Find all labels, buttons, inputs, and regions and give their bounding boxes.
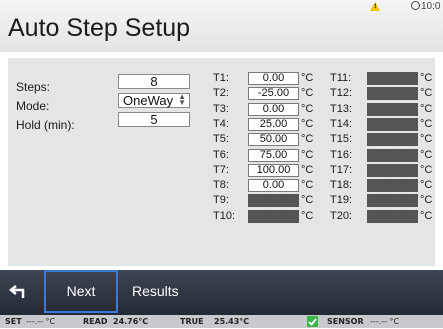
temp-unit: °C <box>420 72 433 84</box>
warning-icon[interactable]: ! <box>370 2 380 11</box>
temp-unit: °C <box>420 149 433 161</box>
clock-icon <box>411 1 420 10</box>
results-button[interactable]: Results <box>132 270 192 313</box>
read-label: READ <box>83 317 108 326</box>
bottom-bar: Next Results <box>0 270 443 315</box>
clock: 10:0 <box>411 1 440 12</box>
temp-field: 155.00 <box>367 149 418 162</box>
temp-label: T16: <box>330 149 353 161</box>
temp-field: 155.00 <box>367 194 418 207</box>
temp-field: 155.00 <box>367 118 418 131</box>
temp-field[interactable]: 25.00 <box>248 118 299 131</box>
temp-label: T10: <box>213 210 236 222</box>
temp-field: 155.00 <box>367 164 418 177</box>
true-value: 25.43°C <box>214 317 250 326</box>
mode-label: Mode: <box>16 99 50 113</box>
temp-unit: °C <box>420 210 433 222</box>
temp-label: T6: <box>213 149 229 161</box>
temp-field[interactable]: 75.00 <box>248 149 299 162</box>
temp-label: T13: <box>330 103 353 115</box>
steps-field[interactable]: 8 <box>118 74 190 89</box>
temp-field: 155.00 <box>367 210 418 223</box>
temp-field[interactable]: -25.00 <box>248 87 299 100</box>
next-button[interactable]: Next <box>44 270 118 313</box>
temp-label: T17: <box>330 164 353 176</box>
mode-value: OneWay <box>123 93 174 108</box>
temp-label: T15: <box>330 133 353 145</box>
temp-field: 155.00 <box>248 194 299 207</box>
clock-text: 10:0 <box>421 1 441 12</box>
steps-label: Steps: <box>16 80 51 94</box>
back-arrow-icon <box>8 285 25 298</box>
temp-unit: °C <box>301 210 314 222</box>
temp-unit: °C <box>420 87 433 99</box>
temp-unit: °C <box>420 164 433 176</box>
temp-field: 155.00 <box>367 87 418 100</box>
temp-unit: °C <box>420 133 433 145</box>
temp-unit: °C <box>420 194 433 206</box>
set-label: SET <box>5 317 22 326</box>
mode-select[interactable]: OneWay ▲ ▼ <box>118 93 190 108</box>
temp-unit: °C <box>301 194 314 206</box>
temp-label: T2: <box>213 87 229 99</box>
hold-field[interactable]: 5 <box>118 112 190 127</box>
temp-unit: °C <box>420 118 433 130</box>
temp-label: T7: <box>213 164 229 176</box>
temp-unit: °C <box>301 133 314 145</box>
page-title: Auto Step Setup <box>8 14 191 42</box>
temp-label: T3: <box>213 103 229 115</box>
temp-unit: °C <box>301 149 314 161</box>
settings-panel: Steps: 8 Mode: OneWay ▲ ▼ Hold (min): 5 T… <box>8 58 435 266</box>
temp-label: T11: <box>330 72 352 84</box>
temp-label: T9: <box>213 194 229 206</box>
hold-label: Hold (min): <box>16 118 75 132</box>
temp-label: T4: <box>213 118 229 130</box>
temp-field[interactable]: 100.00 <box>248 164 299 177</box>
header: Auto Step Setup ! 10:0 <box>0 0 443 52</box>
temp-field: 155.00 <box>248 210 299 223</box>
temp-unit: °C <box>301 179 314 191</box>
temp-label: T12: <box>330 87 353 99</box>
check-icon <box>307 316 318 327</box>
temp-field: 155.00 <box>367 72 418 85</box>
temp-unit: °C <box>301 87 314 99</box>
temp-unit: °C <box>420 103 433 115</box>
sensor-label: SENSOR <box>327 317 364 326</box>
temp-label: T8: <box>213 179 229 191</box>
temp-field[interactable]: 0.00 <box>248 103 299 116</box>
back-button[interactable] <box>6 280 30 304</box>
temp-unit: °C <box>301 103 314 115</box>
temp-unit: °C <box>301 164 314 176</box>
temp-label: T18: <box>330 179 353 191</box>
temp-label: T1: <box>213 72 229 84</box>
temp-field[interactable]: 0.00 <box>248 179 299 192</box>
temp-field[interactable]: 0.00 <box>248 72 299 85</box>
temp-field: 155.00 <box>367 103 418 116</box>
temp-label: T19: <box>330 194 353 206</box>
temp-label: T14: <box>330 118 353 130</box>
temp-unit: °C <box>420 179 433 191</box>
temp-label: T20: <box>330 210 353 222</box>
set-value: ---.-- °C <box>26 317 56 326</box>
temp-field: 155.00 <box>367 133 418 146</box>
temp-field[interactable]: 50.00 <box>248 133 299 146</box>
read-value: 24.76°C <box>113 317 149 326</box>
temp-field: 155.00 <box>367 179 418 192</box>
true-label: TRUE <box>180 317 204 326</box>
temp-label: T5: <box>213 133 229 145</box>
status-bar: SET ---.-- °C READ 24.76°C TRUE 25.43°C … <box>0 315 443 328</box>
temp-unit: °C <box>301 72 314 84</box>
temp-unit: °C <box>301 118 314 130</box>
sensor-value: ---.-- °C <box>370 317 400 326</box>
spinner-icon: ▲ ▼ <box>178 92 186 107</box>
